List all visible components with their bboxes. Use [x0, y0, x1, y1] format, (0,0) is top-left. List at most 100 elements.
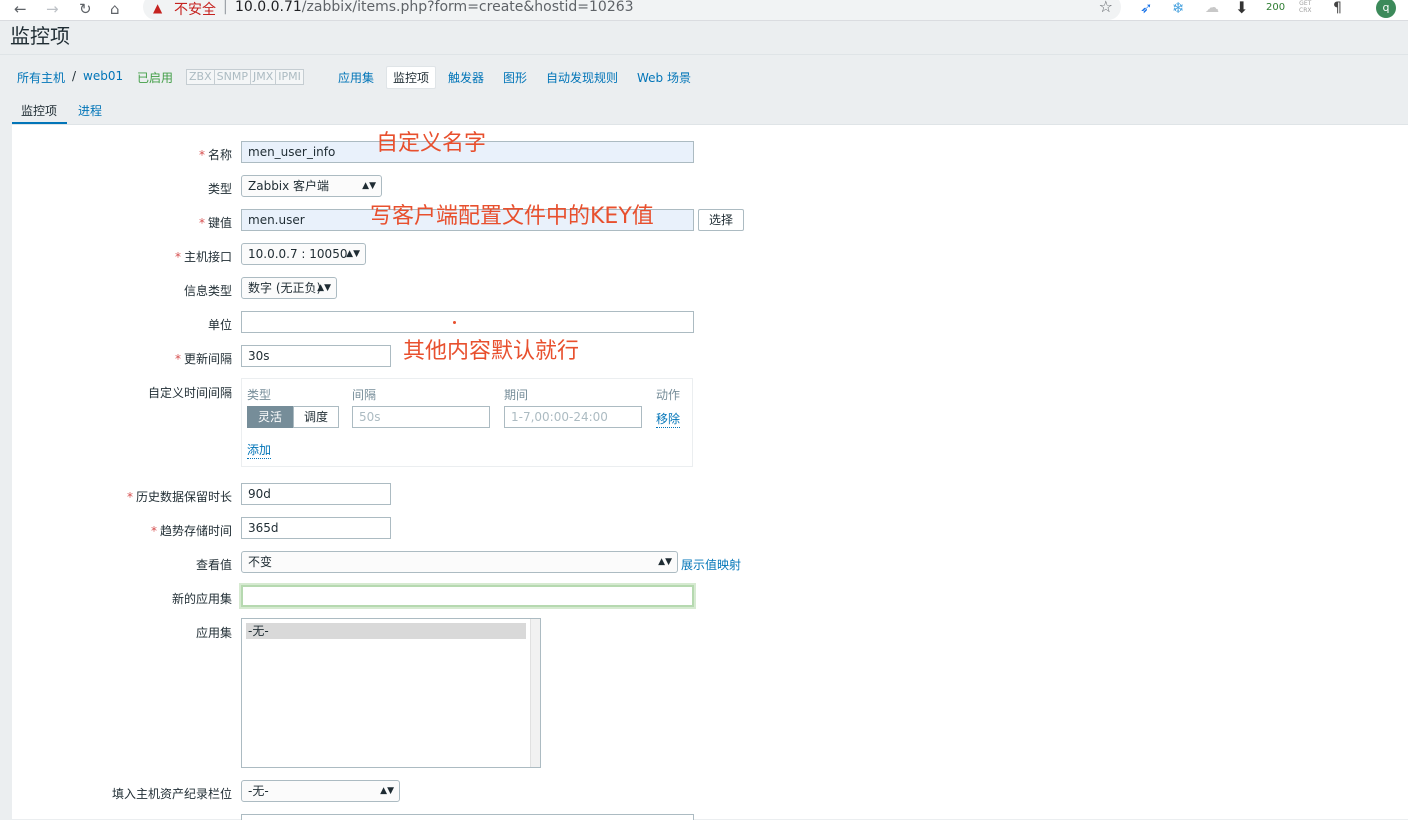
key-label: * 键值	[199, 214, 232, 231]
name-label: * 名称	[199, 146, 232, 163]
trends-label: * 趋势存储时间	[151, 522, 232, 539]
snowflake-extension-icon[interactable]: ❄	[1172, 0, 1185, 16]
nav-triggers[interactable]: 触发器	[448, 69, 484, 86]
warning-icon[interactable]: ▲	[153, 1, 162, 15]
select-arrows-icon: ▲▼	[346, 249, 360, 259]
key-select-button[interactable]: 选择	[698, 209, 745, 231]
annotation-key-note: 写客户端配置文件中的KEY值	[370, 204, 654, 229]
required-marker: *	[174, 352, 181, 366]
address-bar[interactable]: ▲ 不安全 | 10.0.0.71/zabbix/items.php?form=…	[143, 0, 1121, 20]
custom-intervals-label: 自定义时间间隔	[147, 386, 232, 400]
nav-discovery-rules[interactable]: 自动发现规则	[546, 69, 618, 86]
col-action-header: 动作	[656, 388, 681, 402]
address-separator: |	[223, 0, 228, 15]
security-label[interactable]: 不安全	[174, 0, 216, 19]
units-label: 单位	[207, 318, 232, 332]
units-input[interactable]	[241, 311, 694, 333]
get-crx-top: GET	[1299, 0, 1312, 7]
custom-period-placeholder: 1-7,00:00-24:00	[511, 410, 608, 424]
inventory-field-label: 填入主机资产纪录栏位	[111, 787, 232, 801]
col-type-header: 类型	[247, 388, 272, 402]
listbox-scrollbar[interactable]	[530, 619, 540, 767]
update-interval-input[interactable]: 30s	[241, 345, 391, 367]
host-navigation-bar: 所有主机 / web01 已启用 ZBX SNMP JMX IPMI 应用集 监…	[0, 54, 1408, 95]
reload-icon[interactable]: ↻	[79, 0, 92, 18]
type-select[interactable]: Zabbix 客户端 ▲▼	[241, 175, 382, 197]
select-arrows-icon: ▲▼	[362, 181, 376, 191]
info-type-value: 数字 (无正负)	[248, 281, 322, 295]
jmx-badge: JMX	[249, 69, 277, 85]
back-icon[interactable]: ←	[14, 0, 27, 18]
value-map-select[interactable]: 不变 ▲▼	[241, 551, 678, 573]
history-input[interactable]: 90d	[241, 483, 391, 505]
zbx-badge: ZBX	[186, 69, 215, 85]
required-marker: *	[198, 148, 205, 162]
nav-graphs[interactable]: 图形	[503, 69, 527, 86]
url-host: 10.0.0.71	[235, 0, 302, 15]
breadcrumb-separator: /	[72, 69, 77, 83]
nav-applications[interactable]: 应用集	[338, 69, 374, 86]
update-interval-label-text: 更新间隔	[183, 352, 232, 366]
interval-type-toggle: 灵活 调度	[247, 406, 340, 428]
info-type-label: 信息类型	[183, 284, 232, 298]
host-interface-label-text: 主机接口	[183, 250, 232, 264]
custom-period-input[interactable]: 1-7,00:00-24:00	[504, 406, 642, 428]
custom-interval-placeholder: 50s	[359, 410, 381, 424]
col-interval-header: 间隔	[352, 388, 377, 402]
nav-web-scenarios[interactable]: Web 场景	[637, 69, 691, 86]
flexible-toggle[interactable]: 灵活	[247, 406, 294, 428]
host-link[interactable]: web01	[83, 69, 123, 83]
bookmark-star-icon[interactable]: ☆	[1099, 0, 1113, 16]
col-period-header: 期间	[504, 388, 529, 402]
application-option-none[interactable]: -无-	[246, 623, 526, 639]
nav-items[interactable]: 监控项	[386, 66, 437, 89]
browser-toolbar: ← → ↻ ⌂ ▲ 不安全 | 10.0.0.71/zabbix/items.p…	[0, 0, 1408, 21]
type-label: 类型	[207, 182, 232, 196]
required-marker: *	[150, 524, 157, 538]
url-text[interactable]: 10.0.0.71/zabbix/items.php?form=create&h…	[235, 0, 634, 15]
trends-label-text: 趋势存储时间	[159, 524, 232, 538]
select-arrows-icon: ▲▼	[380, 786, 394, 796]
update-interval-label: * 更新间隔	[175, 350, 232, 367]
history-label: * 历史数据保留时长	[127, 488, 232, 505]
add-interval-link[interactable]: 添加	[247, 441, 272, 459]
inventory-field-select[interactable]: -无- ▲▼	[241, 780, 400, 802]
host-status-enabled[interactable]: 已启用	[137, 69, 173, 86]
scheduling-toggle[interactable]: 调度	[293, 406, 340, 428]
bird-extension-icon[interactable]: ➶	[1140, 0, 1153, 16]
value-map-label: 查看值	[195, 558, 232, 572]
key-label-text: 键值	[207, 216, 232, 230]
inventory-field-value: -无-	[248, 784, 269, 798]
annotation-other-note: 其他内容默认就行	[403, 339, 580, 364]
host-interface-select[interactable]: 10.0.0.7 : 10050 ▲▼	[241, 243, 366, 265]
annotation-dot	[453, 321, 456, 324]
show-value-mappings-link[interactable]: 展示值映射	[681, 556, 741, 573]
new-application-input[interactable]	[241, 585, 694, 607]
all-hosts-link[interactable]: 所有主机	[17, 69, 65, 86]
paragraph-extension-icon[interactable]: ¶	[1333, 0, 1342, 16]
home-icon[interactable]: ⌂	[110, 0, 120, 18]
required-marker: *	[126, 490, 133, 504]
download-extension-icon[interactable]: ⬇	[1235, 0, 1248, 16]
history-label-text: 历史数据保留时长	[135, 490, 232, 504]
tab-item[interactable]: 监控项	[21, 102, 57, 119]
required-marker: *	[198, 216, 205, 230]
applications-listbox[interactable]: -无-	[241, 618, 541, 768]
profile-avatar[interactable]: q	[1376, 0, 1396, 18]
counter-extension-badge[interactable]: 200	[1266, 0, 1285, 16]
snmp-badge: SNMP	[213, 69, 251, 85]
host-interface-label: * 主机接口	[175, 248, 232, 265]
get-crx-extension-icon[interactable]: GET CRX	[1299, 0, 1311, 14]
forward-icon[interactable]: →	[46, 0, 59, 18]
remove-interval-link[interactable]: 移除	[656, 410, 681, 428]
trends-input[interactable]: 365d	[241, 517, 391, 539]
get-crx-bottom: CRX	[1299, 7, 1312, 14]
tab-preprocessing[interactable]: 进程	[78, 102, 102, 119]
page-title: 监控项	[10, 24, 70, 48]
custom-interval-input[interactable]: 50s	[352, 406, 490, 428]
select-arrows-icon: ▲▼	[658, 557, 672, 567]
new-application-label: 新的应用集	[171, 592, 232, 606]
description-textarea[interactable]	[241, 814, 694, 820]
info-type-select[interactable]: 数字 (无正负) ▲▼	[241, 277, 337, 299]
cloud-extension-icon[interactable]: ☁	[1205, 0, 1219, 16]
